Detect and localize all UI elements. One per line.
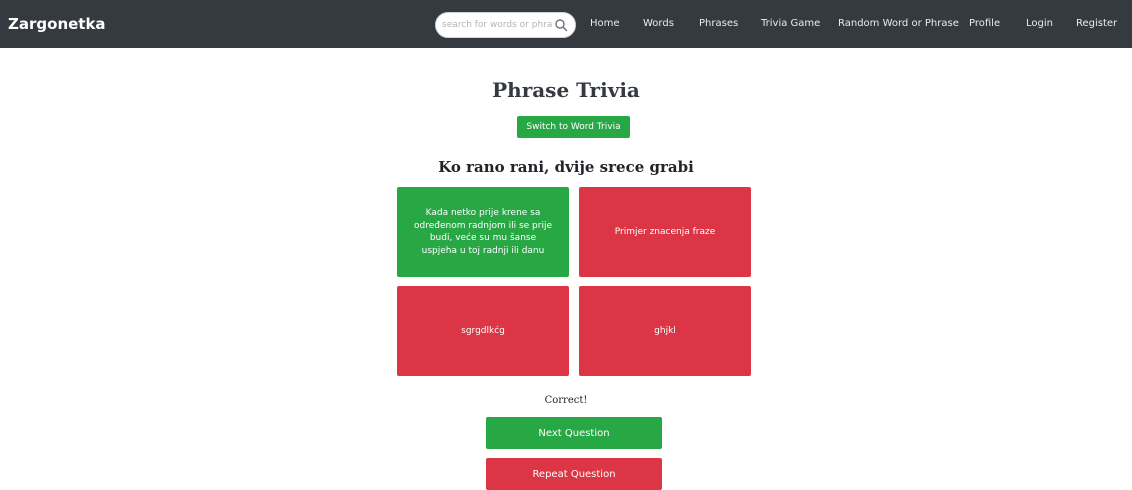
search-icon[interactable] [554, 18, 568, 32]
switch-trivia-button[interactable]: Switch to Word Trivia [517, 116, 630, 138]
answer-option-3[interactable]: sgrgdlkćg [397, 286, 569, 376]
repeat-question-button[interactable]: Repeat Question [486, 458, 662, 490]
question-text: Ko rano rani, dvije srece grabi [438, 158, 694, 176]
nav-link-random[interactable]: Random Word or Phrase [838, 0, 959, 48]
nav-link-profile[interactable]: Profile [969, 0, 1000, 48]
result-message: Correct! [544, 395, 588, 406]
answer-option-4[interactable]: ghjkl [579, 286, 751, 376]
nav-link-words[interactable]: Words [643, 0, 674, 48]
search-box [435, 12, 576, 38]
navbar: Zargonetka Home Words Phrases Trivia Gam… [0, 0, 1132, 48]
search-input[interactable] [442, 16, 552, 34]
answer-option-1[interactable]: Kada netko prije krene sa određenom radn… [397, 187, 569, 277]
page-title: Phrase Trivia [492, 78, 640, 102]
nav-link-home[interactable]: Home [590, 0, 620, 48]
brand-logo[interactable]: Zargonetka [8, 0, 106, 48]
nav-link-phrases[interactable]: Phrases [699, 0, 738, 48]
nav-link-register[interactable]: Register [1076, 0, 1117, 48]
nav-link-login[interactable]: Login [1026, 0, 1053, 48]
answer-option-2[interactable]: Primjer znacenja fraze [579, 187, 751, 277]
nav-link-trivia-game[interactable]: Trivia Game [761, 0, 820, 48]
next-question-button[interactable]: Next Question [486, 417, 662, 449]
